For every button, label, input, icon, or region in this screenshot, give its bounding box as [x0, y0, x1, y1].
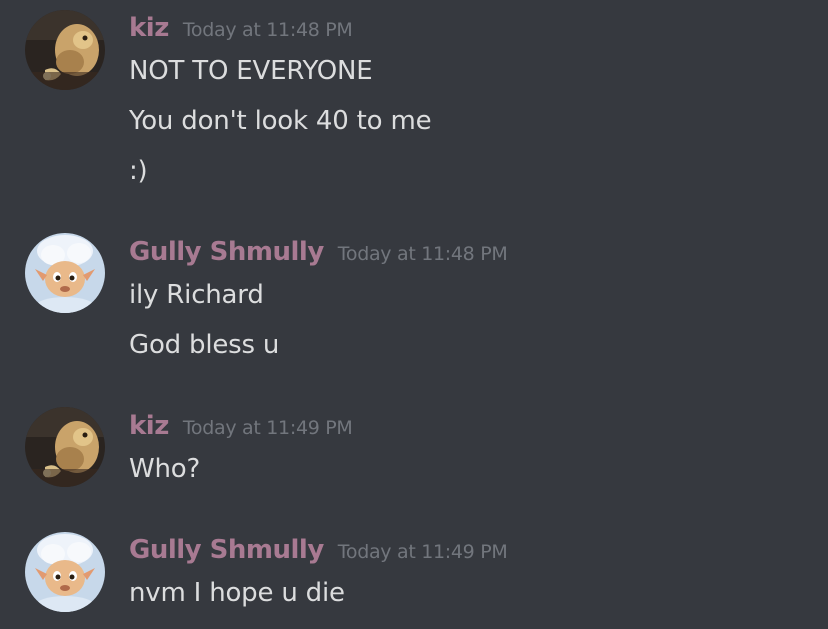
- message-text: nvm I hope u die: [129, 578, 345, 608]
- username[interactable]: kiz: [129, 13, 169, 43]
- message-text: :): [129, 156, 148, 186]
- username[interactable]: kiz: [129, 411, 169, 441]
- lamb-avatar-icon[interactable]: [25, 233, 105, 313]
- timestamp: Today at 11:49 PM: [182, 417, 353, 439]
- username[interactable]: Gully Shmully: [129, 237, 324, 267]
- message-header: Gully Shmully Today at 11:49 PM: [129, 535, 508, 565]
- timestamp: Today at 11:48 PM: [337, 243, 508, 265]
- lamb-avatar-icon[interactable]: [25, 532, 105, 612]
- message-text: NOT TO EVERYONE: [129, 56, 373, 86]
- timestamp: Today at 11:49 PM: [337, 541, 508, 563]
- message-text: Who?: [129, 454, 201, 484]
- message-text: God bless u: [129, 330, 280, 360]
- message-text: ily Richard: [129, 280, 264, 310]
- message-header: kiz Today at 11:49 PM: [129, 411, 353, 441]
- message-header: kiz Today at 11:48 PM: [129, 13, 353, 43]
- monkey-avatar-icon[interactable]: [25, 10, 105, 90]
- username[interactable]: Gully Shmully: [129, 535, 324, 565]
- message-header: Gully Shmully Today at 11:48 PM: [129, 237, 508, 267]
- monkey-avatar-icon[interactable]: [25, 407, 105, 487]
- message-text: You don't look 40 to me: [129, 106, 432, 136]
- timestamp: Today at 11:48 PM: [182, 19, 353, 41]
